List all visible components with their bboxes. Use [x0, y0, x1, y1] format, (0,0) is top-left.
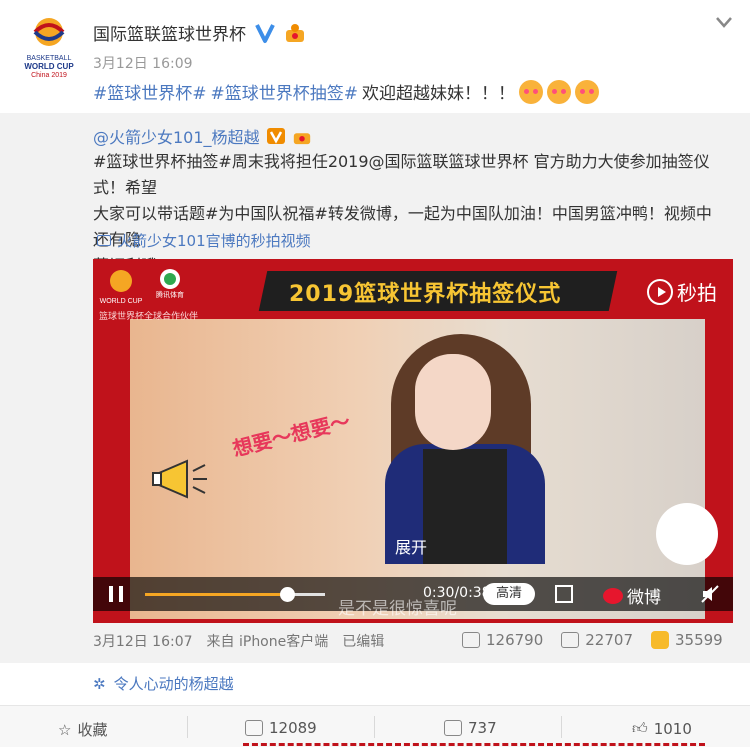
megaphone-icon [152, 459, 207, 499]
progress-knob[interactable] [280, 587, 296, 602]
comment-button-count: 737 [468, 719, 497, 737]
action-bar: ☆ 收藏 12089 737 👍︎ 1010 [0, 705, 750, 747]
repost-source: 来自 iPhone客户端 [206, 634, 329, 650]
svg-text:WORLD CUP: WORLD CUP [100, 298, 143, 305]
repost-footer: 3月12日 16:07 来自 iPhone客户端 已编辑 [93, 631, 384, 651]
like-button-count: 1010 [653, 719, 692, 738]
fullscreen-icon[interactable] [555, 585, 573, 603]
banner-title: 2019篮球世界杯抽签仪式 [289, 282, 562, 307]
post-body: 欢迎超越妹妹！！！ [362, 84, 515, 104]
repost-stats: 126790 22707 35599 [462, 631, 723, 649]
fiba-logo: WORLD CUP [100, 270, 143, 305]
author-name[interactable]: 国际篮联篮球世界杯 [93, 20, 246, 45]
comment-button[interactable]: 737 [444, 719, 497, 737]
post-time: 3月12日 16:09 [93, 56, 193, 72]
comment-count: 22707 [585, 631, 633, 649]
repost-author[interactable]: @火箭少女101_杨超越 [93, 124, 260, 148]
repost-count-stat[interactable]: 126790 [462, 631, 543, 649]
video-subtitle: 是不是很惊喜呢 [338, 599, 457, 619]
video-camera-icon [97, 235, 111, 246]
love-emoji-icon [519, 79, 543, 104]
hd-quality-button[interactable]: 高清 [483, 583, 535, 605]
tencent-sports-logo: 腾讯体育 [156, 269, 184, 299]
svg-text:BASKETBALL: BASKETBALL [27, 55, 72, 62]
svg-text:China 2019: China 2019 [31, 72, 67, 78]
person-face [415, 354, 491, 450]
person-top [423, 449, 507, 564]
progress-fill [145, 593, 288, 596]
mute-icon[interactable] [701, 585, 719, 603]
comment-icon [444, 720, 462, 736]
expand-button[interactable]: 展开 [395, 534, 427, 558]
repost-button[interactable]: 12089 [245, 719, 317, 737]
vip-crown-icon [286, 23, 304, 42]
weibo-label: 微博 [627, 588, 661, 608]
star-icon: ☆ [58, 720, 72, 739]
highlight-underline [243, 743, 705, 746]
pause-icon[interactable] [109, 586, 123, 602]
topic-sparkle-icon: ✲ [93, 674, 106, 693]
repost-count: 126790 [486, 631, 544, 649]
play-circle-icon [647, 278, 673, 305]
badge-sticker [656, 503, 718, 565]
divider [187, 716, 188, 738]
post-header: BASKETBALL WORLD CUP China 2019 国际篮联篮球世界… [0, 0, 750, 112]
topic-link[interactable]: ✲ 令人心动的杨超越 [93, 673, 234, 694]
thumbs-up-outline-icon: 👍︎ [632, 719, 648, 737]
video-player[interactable]: WORLD CUP 腾讯体育 篮球世界杯全球合作伙伴 2019篮球世界杯抽签仪式… [93, 259, 733, 623]
divider [561, 716, 562, 738]
verified-icon [255, 23, 275, 43]
weibo-logo-icon [603, 587, 623, 604]
like-count: 35599 [674, 631, 723, 649]
comment-icon [561, 632, 580, 648]
divider [374, 716, 375, 738]
favorite-button[interactable]: ☆ 收藏 [58, 719, 107, 740]
progress-bar[interactable] [145, 593, 325, 596]
repost-author-row: @火箭少女101_杨超越 [93, 124, 312, 148]
like-count-stat[interactable]: 35599 [650, 631, 723, 649]
repost-time: 3月12日 16:07 [93, 634, 193, 650]
love-emoji-icon [547, 79, 571, 104]
weibo-watermark: 微博 [603, 583, 661, 608]
sponsor-label: 腾讯体育 [156, 290, 184, 299]
verified-orange-icon [266, 128, 285, 144]
repost-card[interactable]: @火箭少女101_杨超越 #篮球世界杯抽签#周末我将担任2019@国际篮联篮球世… [0, 113, 750, 663]
comment-count-stat[interactable]: 22707 [561, 631, 633, 649]
repost-text-line: #篮球世界杯抽签#周末我将担任2019@国际篮联篮球世界杯 官方助力大使参加抽签… [93, 152, 710, 197]
post-text: #篮球世界杯# #篮球世界杯抽签# 欢迎超越妹妹！！！ [93, 79, 599, 104]
video-source-link[interactable]: 火箭少女101官博的秒拍视频 [97, 230, 311, 251]
svg-text:WORLD CUP: WORLD CUP [24, 62, 74, 71]
love-emoji-icon [575, 79, 599, 104]
video-source-label: 火箭少女101官博的秒拍视频 [117, 232, 311, 250]
miaopai-label: 秒拍 [677, 281, 717, 305]
miaopai-watermark: 秒拍 [647, 277, 717, 306]
favorite-label: 收藏 [77, 721, 108, 739]
repost-icon [245, 720, 263, 736]
repost-edited: 已编辑 [342, 634, 385, 650]
topic-label: 令人心动的杨超越 [113, 675, 234, 693]
chevron-down-icon[interactable] [714, 14, 734, 30]
thumbs-up-icon [650, 631, 669, 649]
hashtag-link[interactable]: #篮球世界杯# [93, 79, 207, 104]
hashtag-link[interactable]: #篮球世界杯抽签# [211, 79, 359, 104]
sponsor-note: 篮球世界杯全球合作伙伴 [99, 312, 199, 322]
like-button[interactable]: 👍︎ 1010 [632, 719, 692, 738]
fiba-world-cup-logo[interactable]: BASKETBALL WORLD CUP China 2019 [22, 14, 76, 78]
vip-crown-icon [293, 133, 310, 145]
repost-button-count: 12089 [269, 719, 317, 737]
repost-icon [462, 632, 480, 648]
